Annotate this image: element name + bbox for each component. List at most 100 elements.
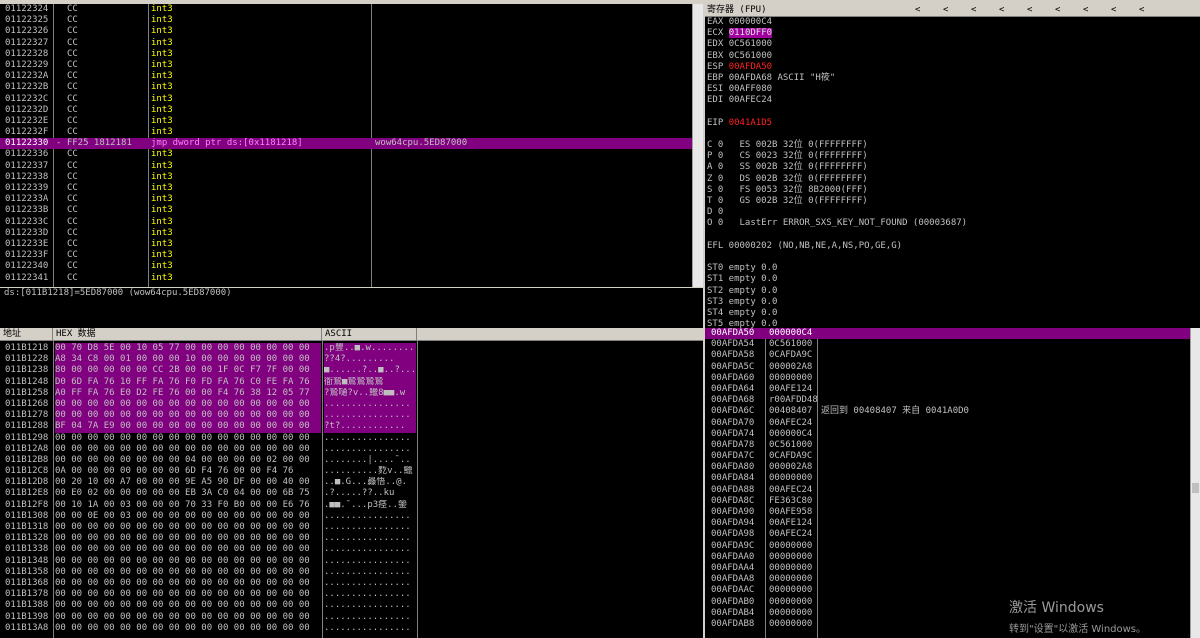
dump-row[interactable]: 011B12A8 00 00 00 00 00 00 00 00 00 00 00… [0, 444, 703, 455]
fpu-register-row[interactable]: ST5 empty 0.0 [707, 319, 1200, 328]
disassembly-pane[interactable]: 01122324 CC int3 01122325 CC int3 01122326 CC in… [0, 4, 703, 287]
disasm-row[interactable]: 0112232C CC int3 [0, 94, 703, 105]
stack-row[interactable]: 00AFDA98 00AFEC24 [705, 529, 1200, 540]
stack-row[interactable]: 00AFDA50 000000C4 [705, 328, 1200, 340]
register-nav-arrow[interactable]: < [1055, 4, 1083, 17]
fpu-register-row[interactable]: ST3 empty 0.0 [707, 297, 1200, 308]
disasm-row[interactable]: 0112233E CC int3 [0, 239, 703, 250]
stack-row[interactable]: 00AFDA88 00AFEC24 [705, 485, 1200, 496]
fpu-register-row[interactable]: ST1 empty 0.0 [707, 274, 1200, 285]
disasm-row[interactable]: 01122329 CC int3 [0, 60, 703, 71]
register-row-ecx[interactable]: ECX 0110DFF0 [707, 28, 1200, 39]
register-value[interactable]: 0C561000 [729, 51, 772, 61]
stack-row[interactable]: 00AFDAA4 00000000 [705, 563, 1200, 574]
dump-row[interactable]: 011B1398 00 00 00 00 00 00 00 00 00 00 00… [0, 612, 703, 623]
register-nav-arrow[interactable]: < [1027, 4, 1055, 17]
stack-row[interactable]: 00AFDA64 00AFE124 [705, 384, 1200, 395]
dump-row[interactable]: 011B1388 00 00 00 00 00 00 00 00 00 00 00… [0, 600, 703, 611]
register-row-esp[interactable]: ESP 00AFDA50 [707, 62, 1200, 73]
disasm-row[interactable]: 01122326 CC int3 [0, 26, 703, 37]
dump-col-hex[interactable]: HEX 数据 [53, 328, 322, 341]
disasm-row[interactable]: 0112232A CC int3 [0, 71, 703, 82]
stack-row[interactable]: 00AFDA70 00AFEC24 [705, 418, 1200, 429]
dump-row[interactable]: 011B12E8 00 E0 02 00 00 00 00 00 EB 3A C0… [0, 488, 703, 499]
dump-row[interactable]: 011B1308 00 00 0E 00 03 00 00 00 00 00 00… [0, 511, 703, 522]
stack-row[interactable]: 00AFDA94 00AFE124 [705, 518, 1200, 529]
dump-row[interactable]: 011B12F8 00 10 1A 00 03 00 00 00 70 33 F0… [0, 500, 703, 511]
disasm-row[interactable]: 01122324 CC int3 [0, 4, 703, 15]
dump-row[interactable]: 011B1358 00 00 00 00 00 00 00 00 00 00 00… [0, 567, 703, 578]
disasm-row[interactable]: 01122325 CC int3 [0, 15, 703, 26]
register-value[interactable]: 00AFF080 [729, 84, 772, 94]
stack-row[interactable]: 00AFDAAC 00000000 [705, 585, 1200, 596]
register-value[interactable]: 0110DFF0 [728, 28, 773, 39]
register-nav-arrow[interactable]: < [971, 4, 999, 17]
disasm-row[interactable]: 01122327 CC int3 [0, 38, 703, 49]
dump-row[interactable]: 011B1238 80 00 00 00 00 00 CC 2B 00 00 1F… [0, 365, 703, 377]
dump-row[interactable]: 011B1368 00 00 00 00 00 00 00 00 00 00 00… [0, 578, 703, 589]
disasm-row[interactable]: 0112232B CC int3 [0, 82, 703, 93]
stack-row[interactable]: 00AFDA74 000000C4 [705, 429, 1200, 440]
disasm-row[interactable]: 01122330 - FF25 1812181 jmp dword ptr ds:… [0, 138, 703, 150]
stack-row[interactable]: 00AFDA80 000002A8 [705, 462, 1200, 473]
dump-row[interactable]: 011B1328 00 00 00 00 00 00 00 00 00 00 00… [0, 533, 703, 544]
dump-row[interactable]: 011B1218 00 70 D8 5E 00 10 05 77 00 00 00… [0, 343, 703, 355]
stack-row[interactable]: 00AFDA6C 00408407 返回到 00408407 来自 0041A0D0 [705, 406, 1200, 417]
register-row-ebx[interactable]: EBX 0C561000 [707, 51, 1200, 62]
flag-segment-row[interactable]: A 0 SS 002B 32位 0(FFFFFFFF) [707, 162, 1200, 173]
disasm-row[interactable]: 0112233F CC int3 [0, 250, 703, 261]
dump-col-ascii[interactable]: ASCII [322, 328, 417, 341]
stack-row[interactable]: 00AFDA84 00000000 [705, 473, 1200, 484]
disasm-row[interactable]: 01122340 CC int3 [0, 261, 703, 272]
fpu-register-row[interactable]: ST4 empty 0.0 [707, 308, 1200, 319]
flag-segment-row[interactable]: C 0 ES 002B 32位 0(FFFFFFFF) [707, 140, 1200, 151]
stack-row[interactable]: 00AFDA58 0CAFDA9C [705, 350, 1200, 361]
register-nav-arrow[interactable]: < [1139, 4, 1167, 17]
dump-pane[interactable]: 地址 HEX 数据 ASCII 011B1218 00 70 D8 5E 00 1… [0, 328, 703, 638]
flag-segment-row[interactable]: S 0 FS 0053 32位 8B2000(FFF) [707, 185, 1200, 196]
fpu-register-row[interactable]: ST0 empty 0.0 [707, 263, 1200, 274]
register-nav-arrow[interactable]: < [1111, 4, 1139, 17]
disasm-row[interactable]: 0112233C CC int3 [0, 217, 703, 228]
stack-row[interactable]: 00AFDA68 r00AFDD48 [705, 395, 1200, 406]
register-value[interactable]: 0C561000 [729, 39, 772, 49]
disasm-row[interactable]: 01122339 CC int3 [0, 183, 703, 194]
register-value[interactable]: 0041A1D5 [729, 118, 772, 128]
register-nav-arrow[interactable]: < [1083, 4, 1111, 17]
disasm-row[interactable]: 0112232D CC int3 [0, 105, 703, 116]
stack-row[interactable]: 00AFDA60 00000000 [705, 373, 1200, 384]
dump-row[interactable]: 011B12C8 0A 00 00 00 00 00 00 00 6D F4 76… [0, 466, 703, 477]
flag-segment-row[interactable]: O 0 LastErr ERROR_SXS_KEY_NOT_FOUND (000… [707, 218, 1200, 229]
registers-arrows[interactable]: < < < < < < < < < [915, 4, 1167, 17]
stack-row[interactable]: 00AFDA54 0C561000 [705, 339, 1200, 350]
stack-pane[interactable]: 00AFDA50 000000C4 00AFDA54 0C561000 00AFDA58… [703, 328, 1200, 638]
disasm-row[interactable]: 01122338 CC int3 [0, 172, 703, 183]
flag-segment-row[interactable]: T 0 GS 002B 32位 0(FFFFFFFF) [707, 196, 1200, 207]
dump-row[interactable]: 011B1318 00 00 00 00 00 00 00 00 00 00 00… [0, 522, 703, 533]
efl-row[interactable]: EFL 00000202 (NO,NB,NE,A,NS,PO,GE,G) [707, 241, 1200, 252]
fpu-register-row[interactable]: ST2 empty 0.0 [707, 286, 1200, 297]
disasm-row[interactable]: 01122341 CC int3 [0, 273, 703, 284]
stack-row[interactable]: 00AFDAA0 00000000 [705, 552, 1200, 563]
register-value[interactable]: 000000C4 [729, 17, 772, 27]
dump-row[interactable]: 011B1338 00 00 00 00 00 00 00 00 00 00 00… [0, 544, 703, 555]
dump-row[interactable]: 011B1248 D0 6D FA 76 10 FF FA 76 F0 FD FA… [0, 376, 703, 388]
stack-row[interactable]: 00AFDA7C 0CAFDA9C [705, 451, 1200, 462]
stack-row[interactable]: 00AFDA90 00AFE958 [705, 507, 1200, 518]
disasm-row[interactable]: 01122337 CC int3 [0, 161, 703, 172]
flag-segment-row[interactable]: P 0 CS 0023 32位 0(FFFFFFFF) [707, 151, 1200, 162]
register-row-eax[interactable]: EAX 000000C4 [707, 17, 1200, 28]
flag-segment-row[interactable]: Z 0 DS 002B 32位 0(FFFFFFFF) [707, 174, 1200, 185]
dump-row[interactable]: 011B12B8 00 00 00 00 00 00 00 00 04 00 00… [0, 455, 703, 466]
stack-scrollbar[interactable] [1190, 328, 1200, 638]
stack-row[interactable]: 00AFDA8C FE363C80 [705, 496, 1200, 507]
disasm-row[interactable]: 01122336 CC int3 [0, 149, 703, 160]
register-value[interactable]: 00AFDA68 [729, 73, 772, 83]
register-nav-arrow[interactable]: < [915, 4, 943, 17]
dump-row[interactable]: 011B1228 A8 34 C8 00 01 00 00 00 10 00 00… [0, 354, 703, 366]
dump-row[interactable]: 011B1348 00 00 00 00 00 00 00 00 00 00 00… [0, 556, 703, 567]
dump-row[interactable]: 011B1378 00 00 00 00 00 00 00 00 00 00 00… [0, 589, 703, 600]
register-row-edx[interactable]: EDX 0C561000 [707, 39, 1200, 50]
register-row-esi[interactable]: ESI 00AFF080 [707, 84, 1200, 95]
stack-row[interactable]: 00AFDA5C 000002A8 [705, 362, 1200, 373]
